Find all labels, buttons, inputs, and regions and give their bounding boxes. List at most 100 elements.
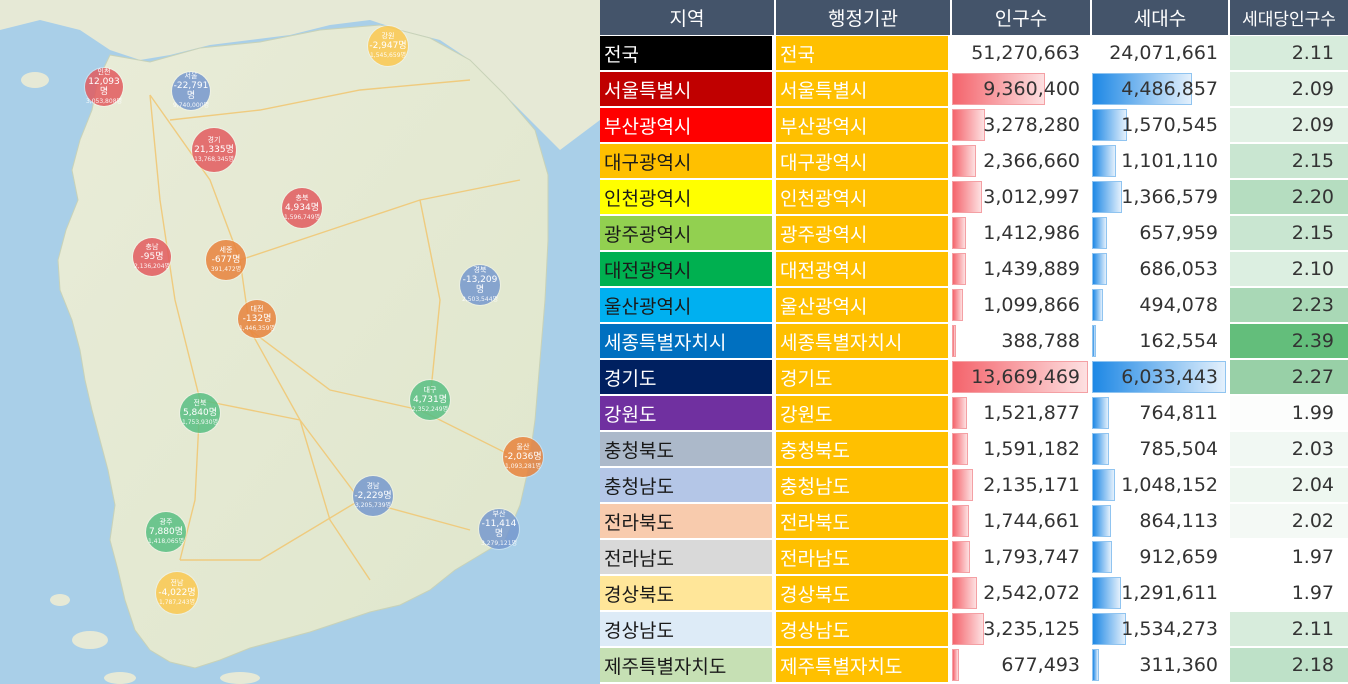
population-cell[interactable]: 3,012,997 — [952, 180, 1088, 214]
households-cell[interactable]: 785,504 — [1092, 432, 1226, 466]
header-persons-per-household[interactable]: 세대당인구수 — [1230, 0, 1348, 35]
population-cell[interactable]: 2,366,660 — [952, 144, 1088, 178]
households-cell[interactable]: 4,486,857 — [1092, 72, 1226, 106]
org-cell[interactable]: 전라남도 — [776, 540, 948, 574]
org-cell[interactable]: 경상북도 — [776, 576, 948, 610]
header-region[interactable]: 지역 — [600, 0, 776, 35]
region-cell[interactable]: 경상남도 — [600, 612, 772, 646]
org-cell[interactable]: 광주광역시 — [776, 216, 948, 250]
region-cell[interactable]: 대전광역시 — [600, 252, 772, 286]
region-cell[interactable]: 광주광역시 — [600, 216, 772, 250]
ratio-cell[interactable]: 2.20 — [1230, 180, 1348, 214]
households-cell[interactable]: 864,113 — [1092, 504, 1226, 538]
region-cell[interactable]: 강원도 — [600, 396, 772, 430]
population-cell[interactable]: 51,270,663 — [952, 36, 1088, 70]
households-cell[interactable]: 162,554 — [1092, 324, 1226, 358]
population-cell[interactable]: 2,542,072 — [952, 576, 1088, 610]
map-bubble[interactable]: 대전 -132명 1,446,359명 — [238, 300, 276, 338]
population-cell[interactable]: 1,412,986 — [952, 216, 1088, 250]
org-cell[interactable]: 세종특별자치시 — [776, 324, 948, 358]
population-cell[interactable]: 1,439,889 — [952, 252, 1088, 286]
ratio-cell[interactable]: 2.27 — [1230, 360, 1348, 394]
org-cell[interactable]: 경기도 — [776, 360, 948, 394]
households-cell[interactable]: 1,570,545 — [1092, 108, 1226, 142]
korea-map[interactable]: 인천 12,093명 3,053,808명 서울 -22,791명 9,740,000명 강… — [0, 0, 600, 684]
org-cell[interactable]: 제주특별자치도 — [776, 648, 948, 682]
map-bubble[interactable]: 충남 -95명 2,136,204명 — [133, 238, 171, 276]
region-cell[interactable]: 전국 — [600, 36, 772, 70]
population-cell[interactable]: 3,278,280 — [952, 108, 1088, 142]
region-cell[interactable]: 충청북도 — [600, 432, 772, 466]
region-cell[interactable]: 제주특별자치도 — [600, 648, 772, 682]
households-cell[interactable]: 912,659 — [1092, 540, 1226, 574]
ratio-cell[interactable]: 1.99 — [1230, 396, 1348, 430]
region-cell[interactable]: 세종특별자치시 — [600, 324, 772, 358]
ratio-cell[interactable]: 2.03 — [1230, 432, 1348, 466]
ratio-cell[interactable]: 2.39 — [1230, 324, 1348, 358]
population-cell[interactable]: 13,669,469 — [952, 360, 1088, 394]
org-cell[interactable]: 충청남도 — [776, 468, 948, 502]
ratio-cell[interactable]: 2.11 — [1230, 612, 1348, 646]
map-bubble[interactable]: 경남 -2,229명 3,205,739명 — [353, 476, 393, 516]
header-population[interactable]: 인구수 — [952, 0, 1092, 35]
map-bubble[interactable]: 대구 4,731명 2,352,249명 — [410, 380, 450, 420]
region-cell[interactable]: 대구광역시 — [600, 144, 772, 178]
households-cell[interactable]: 686,053 — [1092, 252, 1226, 286]
org-cell[interactable]: 전국 — [776, 36, 948, 70]
region-cell[interactable]: 전라남도 — [600, 540, 772, 574]
map-bubble[interactable]: 부산 -11,414명 3,279,121명 — [479, 509, 519, 549]
region-cell[interactable]: 전라북도 — [600, 504, 772, 538]
header-org[interactable]: 행정기관 — [776, 0, 952, 35]
ratio-cell[interactable]: 2.09 — [1230, 108, 1348, 142]
ratio-cell[interactable]: 2.15 — [1230, 144, 1348, 178]
population-cell[interactable]: 1,521,877 — [952, 396, 1088, 430]
map-bubble[interactable]: 울산 -2,036명 1,093,281명 — [503, 437, 543, 477]
org-cell[interactable]: 충청북도 — [776, 432, 948, 466]
org-cell[interactable]: 대구광역시 — [776, 144, 948, 178]
ratio-cell[interactable]: 2.23 — [1230, 288, 1348, 322]
org-cell[interactable]: 전라북도 — [776, 504, 948, 538]
map-bubble[interactable]: 충북 4,934명 1,596,749명 — [282, 188, 322, 228]
org-cell[interactable]: 서울특별시 — [776, 72, 948, 106]
ratio-cell[interactable]: 2.02 — [1230, 504, 1348, 538]
region-cell[interactable]: 경상북도 — [600, 576, 772, 610]
ratio-cell[interactable]: 2.18 — [1230, 648, 1348, 682]
region-cell[interactable]: 충청남도 — [600, 468, 772, 502]
ratio-cell[interactable]: 2.10 — [1230, 252, 1348, 286]
households-cell[interactable]: 1,291,611 — [1092, 576, 1226, 610]
ratio-cell[interactable]: 1.97 — [1230, 540, 1348, 574]
households-cell[interactable]: 24,071,661 — [1092, 36, 1226, 70]
map-bubble[interactable]: 서울 -22,791명 9,740,000명 — [172, 72, 210, 110]
org-cell[interactable]: 강원도 — [776, 396, 948, 430]
map-bubble[interactable]: 경북 -13,209명 2,503,544명 — [460, 265, 500, 305]
households-cell[interactable]: 311,360 — [1092, 648, 1226, 682]
households-cell[interactable]: 657,959 — [1092, 216, 1226, 250]
org-cell[interactable]: 대전광역시 — [776, 252, 948, 286]
map-bubble[interactable]: 인천 12,093명 3,053,808명 — [85, 68, 123, 106]
region-cell[interactable]: 울산광역시 — [600, 288, 772, 322]
header-households[interactable]: 세대수 — [1092, 0, 1230, 35]
map-bubble[interactable]: 세종 -677명 391,472명 — [206, 240, 246, 280]
households-cell[interactable]: 1,366,579 — [1092, 180, 1226, 214]
region-cell[interactable]: 서울특별시 — [600, 72, 772, 106]
map-bubble[interactable]: 경기 21,335명 13,768,345명 — [192, 128, 236, 172]
population-cell[interactable]: 3,235,125 — [952, 612, 1088, 646]
population-cell[interactable]: 388,788 — [952, 324, 1088, 358]
households-cell[interactable]: 764,811 — [1092, 396, 1226, 430]
households-cell[interactable]: 494,078 — [1092, 288, 1226, 322]
households-cell[interactable]: 1,534,273 — [1092, 612, 1226, 646]
population-cell[interactable]: 1,793,747 — [952, 540, 1088, 574]
region-cell[interactable]: 부산광역시 — [600, 108, 772, 142]
population-cell[interactable]: 1,591,182 — [952, 432, 1088, 466]
population-cell[interactable]: 1,099,866 — [952, 288, 1088, 322]
map-bubble[interactable]: 광주 7,880명 1,418,065명 — [146, 512, 186, 552]
region-cell[interactable]: 경기도 — [600, 360, 772, 394]
ratio-cell[interactable]: 2.11 — [1230, 36, 1348, 70]
region-cell[interactable]: 인천광역시 — [600, 180, 772, 214]
ratio-cell[interactable]: 2.15 — [1230, 216, 1348, 250]
ratio-cell[interactable]: 2.09 — [1230, 72, 1348, 106]
households-cell[interactable]: 1,048,152 — [1092, 468, 1226, 502]
map-bubble[interactable]: 강원 -2,947명 1,545,659명 — [368, 26, 408, 66]
population-cell[interactable]: 2,135,171 — [952, 468, 1088, 502]
households-cell[interactable]: 6,033,443 — [1092, 360, 1226, 394]
